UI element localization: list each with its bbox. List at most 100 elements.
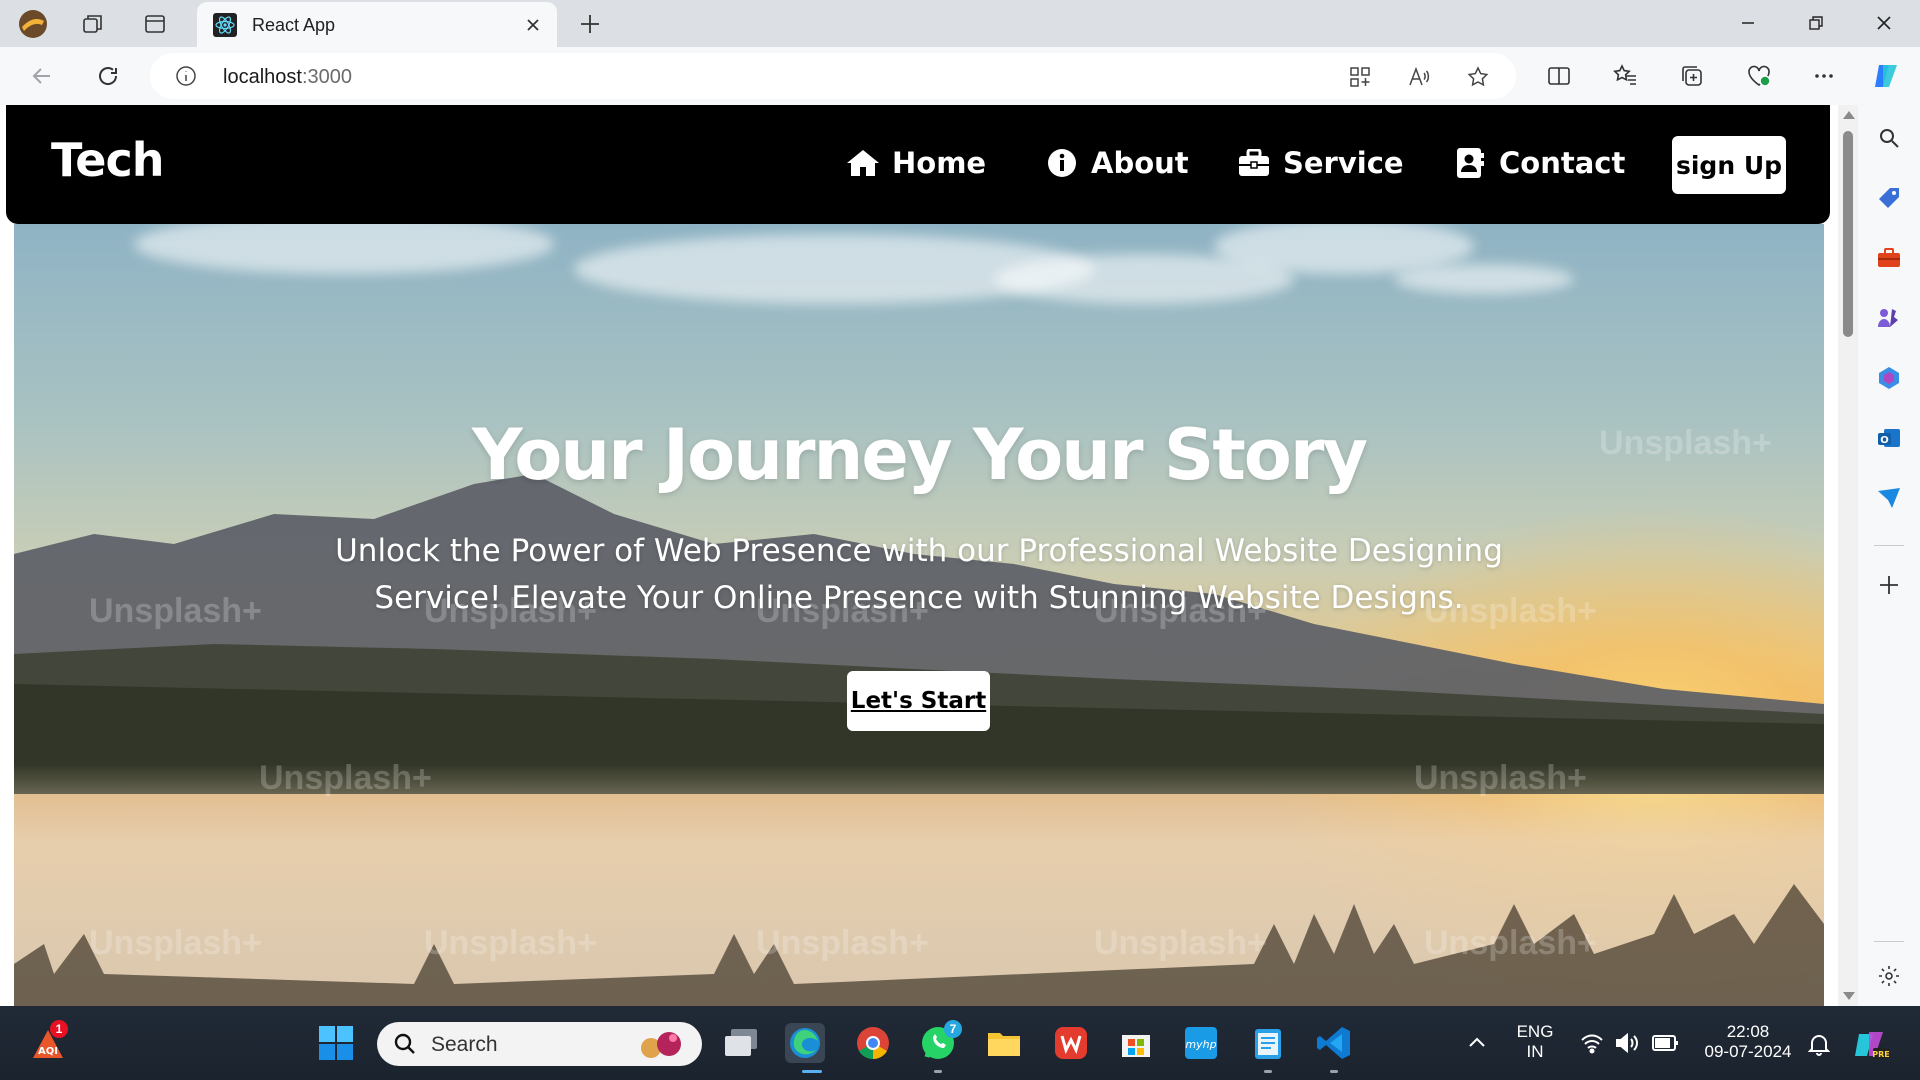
myhp-icon[interactable]: myhp: [1181, 1023, 1221, 1063]
edge-sidebar: O: [1858, 105, 1920, 1006]
windows-taskbar: AQI 1 Search 7 myhp ENG IN 22:08 09-07-2…: [0, 1006, 1920, 1080]
microsoft-store-icon[interactable]: [1116, 1023, 1156, 1063]
active-app-indicator: [802, 1070, 822, 1073]
volume-icon[interactable]: [1614, 1032, 1640, 1059]
watermark-text: Unsplash+: [89, 592, 262, 630]
minimize-icon[interactable]: [1726, 8, 1770, 38]
nav-link-label: Service: [1283, 146, 1404, 180]
send-icon[interactable]: [1873, 482, 1905, 514]
chrome-icon[interactable]: [853, 1023, 893, 1063]
file-explorer-icon[interactable]: [984, 1023, 1024, 1063]
search-icon: [393, 1032, 417, 1061]
widget-badge: 1: [50, 1020, 68, 1038]
svg-text:AQI: AQI: [38, 1046, 58, 1057]
cloud: [134, 224, 554, 274]
search-highlight-icon: [637, 1028, 689, 1065]
taskbar-search[interactable]: Search: [377, 1022, 702, 1066]
notepad-icon[interactable]: [1248, 1023, 1288, 1063]
nav-link-home[interactable]: Home: [846, 143, 986, 183]
nav-link-contact[interactable]: Contact: [1453, 143, 1625, 183]
copilot-taskbar-icon[interactable]: PRE: [1853, 1026, 1890, 1067]
watermark-text: Unsplash+: [424, 924, 597, 962]
windows-start-icon[interactable]: [316, 1023, 356, 1063]
cloud: [1394, 264, 1574, 294]
running-app-indicator: [934, 1070, 942, 1073]
search-label: Search: [431, 1033, 498, 1056]
page-viewport: Tech Home About Service Contact sign Up …: [0, 105, 1858, 1006]
watermark-text: Unsplash+: [1094, 924, 1267, 962]
watermark-text: Unsplash+: [756, 924, 929, 962]
nav-link-label: Contact: [1499, 146, 1626, 180]
favorite-star-icon[interactable]: [1463, 62, 1493, 92]
search-icon[interactable]: [1873, 122, 1905, 154]
signup-button[interactable]: sign Up: [1672, 136, 1786, 194]
close-window-icon[interactable]: [1862, 8, 1906, 38]
vscode-icon[interactable]: [1314, 1023, 1354, 1063]
copilot-icon[interactable]: [1869, 59, 1903, 93]
briefcase-icon: [1237, 146, 1271, 180]
new-tab-icon[interactable]: [575, 9, 605, 39]
refresh-icon[interactable]: [90, 58, 126, 94]
wifi-icon[interactable]: [1580, 1032, 1604, 1059]
restore-icon[interactable]: [1794, 8, 1838, 38]
back-icon[interactable]: [24, 58, 60, 94]
show-hidden-icons-icon[interactable]: [1466, 1032, 1488, 1059]
clock-date: 09-07-2024: [1704, 1042, 1792, 1061]
app-available-icon[interactable]: [1345, 62, 1375, 92]
forest-silhouette: [14, 884, 1824, 1006]
page-scrollbar[interactable]: [1838, 105, 1858, 1006]
language-indicator[interactable]: ENG IN: [1505, 1022, 1565, 1062]
url-text[interactable]: localhost:3000: [223, 66, 352, 89]
whatsapp-badge: 7: [944, 1020, 962, 1038]
sidebar-divider-bottom: [1874, 941, 1904, 942]
url-host: localhost: [223, 66, 302, 88]
shopping-tag-icon[interactable]: [1873, 182, 1905, 214]
notifications-bell-icon[interactable]: [1807, 1032, 1831, 1061]
outlook-icon[interactable]: O: [1873, 422, 1905, 454]
settings-gear-icon[interactable]: [1873, 960, 1905, 992]
hero-title: Your Journey Your Story: [471, 414, 1368, 496]
workspaces-icon[interactable]: [77, 8, 109, 40]
site-info-icon[interactable]: [174, 64, 198, 88]
watermark-text: Unsplash+: [1424, 924, 1597, 962]
scroll-down-arrow-icon[interactable]: [1843, 992, 1855, 1000]
more-menu-icon[interactable]: [1807, 59, 1841, 93]
watermark-text: Unsplash+: [89, 924, 262, 962]
microsoft365-icon[interactable]: [1873, 362, 1905, 394]
read-aloud-icon[interactable]: [1404, 62, 1434, 92]
site-brand-logo[interactable]: Tech: [51, 133, 164, 187]
language-code: ENG: [1516, 1022, 1554, 1041]
watermark-text: Unsplash+: [1414, 759, 1587, 797]
site-navbar: Tech Home About Service Contact sign Up: [6, 105, 1830, 224]
edge-taskbar-icon[interactable]: [785, 1023, 825, 1063]
lets-start-button[interactable]: Let's Start: [847, 671, 990, 731]
split-screen-icon[interactable]: [1542, 59, 1576, 93]
url-bar[interactable]: localhost:3000: [150, 53, 1516, 99]
scroll-thumb[interactable]: [1843, 131, 1853, 337]
active-tab[interactable]: React App: [197, 2, 557, 47]
svg-text:PRE: PRE: [1872, 1050, 1889, 1059]
vertical-tabs-icon[interactable]: [139, 8, 171, 40]
tools-icon[interactable]: [1873, 242, 1905, 274]
scroll-up-arrow-icon[interactable]: [1843, 111, 1855, 119]
home-icon: [846, 146, 880, 180]
clock[interactable]: 22:08 09-07-2024: [1696, 1022, 1800, 1062]
task-view-icon[interactable]: [721, 1023, 761, 1063]
wps-office-icon[interactable]: [1051, 1023, 1091, 1063]
favorites-icon[interactable]: [1608, 59, 1642, 93]
games-icon[interactable]: [1873, 302, 1905, 334]
collections-icon[interactable]: [1675, 59, 1709, 93]
battery-icon[interactable]: [1652, 1034, 1680, 1057]
nav-link-label: About: [1091, 146, 1189, 180]
sidebar-divider: [1874, 545, 1904, 546]
mountain-silhouette: [14, 474, 1824, 794]
watermark-text: Unsplash+: [259, 759, 432, 797]
close-tab-icon[interactable]: [521, 13, 545, 37]
profile-avatar-icon[interactable]: [17, 8, 49, 40]
svg-text:O: O: [1880, 435, 1889, 446]
nav-link-service[interactable]: Service: [1237, 143, 1404, 183]
nav-link-about[interactable]: About: [1045, 143, 1189, 183]
browser-essentials-icon[interactable]: [1742, 59, 1776, 93]
add-icon[interactable]: [1873, 569, 1905, 601]
contact-card-icon: [1453, 146, 1487, 180]
